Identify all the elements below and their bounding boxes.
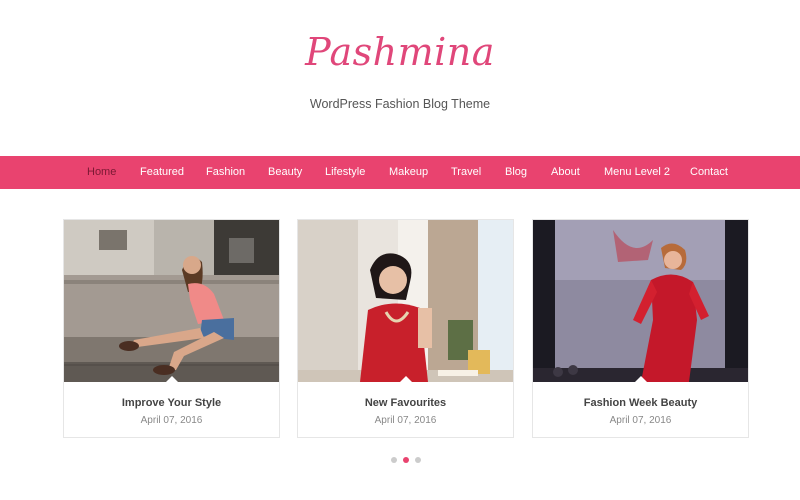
nav-item-travel[interactable]: Travel xyxy=(451,156,481,189)
slider-dot-active[interactable] xyxy=(403,457,409,463)
nav-item-blog[interactable]: Blog xyxy=(505,156,527,189)
nav-item-contact[interactable]: Contact xyxy=(690,156,728,189)
site-header: Pashmina WordPress Fashion Blog Theme xyxy=(0,0,800,156)
nav-item-home[interactable]: Home xyxy=(87,156,116,189)
post-date: April 07, 2016 xyxy=(374,415,437,426)
site-logo[interactable]: Pashmina xyxy=(0,30,800,74)
slider-pagination xyxy=(0,457,800,465)
nav-item-lifestyle[interactable]: Lifestyle xyxy=(325,156,365,189)
post-image[interactable] xyxy=(533,220,748,382)
slider-card[interactable]: Improve Your Style April 07, 2016 xyxy=(63,219,280,438)
post-image[interactable] xyxy=(298,220,513,382)
card-pointer xyxy=(400,376,412,382)
post-date: April 07, 2016 xyxy=(140,415,203,426)
post-title[interactable]: Improve Your Style xyxy=(64,397,279,409)
main-navigation: Home Featured Fashion Beauty Lifestyle M… xyxy=(0,156,800,189)
nav-item-fashion[interactable]: Fashion xyxy=(206,156,245,189)
slider-dot[interactable] xyxy=(391,457,397,463)
card-pointer xyxy=(166,376,178,382)
post-date: April 07, 2016 xyxy=(609,415,672,426)
nav-item-beauty[interactable]: Beauty xyxy=(268,156,302,189)
nav-item-menu-level-2[interactable]: Menu Level 2 xyxy=(604,156,670,189)
slider-dot[interactable] xyxy=(415,457,421,463)
post-image[interactable] xyxy=(64,220,279,382)
site-tagline: WordPress Fashion Blog Theme xyxy=(309,97,491,111)
slider-card[interactable]: New Favourites April 07, 2016 xyxy=(297,219,514,438)
post-title[interactable]: Fashion Week Beauty xyxy=(533,397,748,409)
post-title[interactable]: New Favourites xyxy=(298,397,513,409)
nav-item-about[interactable]: About xyxy=(551,156,580,189)
nav-item-featured[interactable]: Featured xyxy=(140,156,184,189)
nav-item-makeup[interactable]: Makeup xyxy=(389,156,428,189)
slider-card[interactable]: Fashion Week Beauty April 07, 2016 xyxy=(532,219,749,438)
card-pointer xyxy=(635,376,647,382)
